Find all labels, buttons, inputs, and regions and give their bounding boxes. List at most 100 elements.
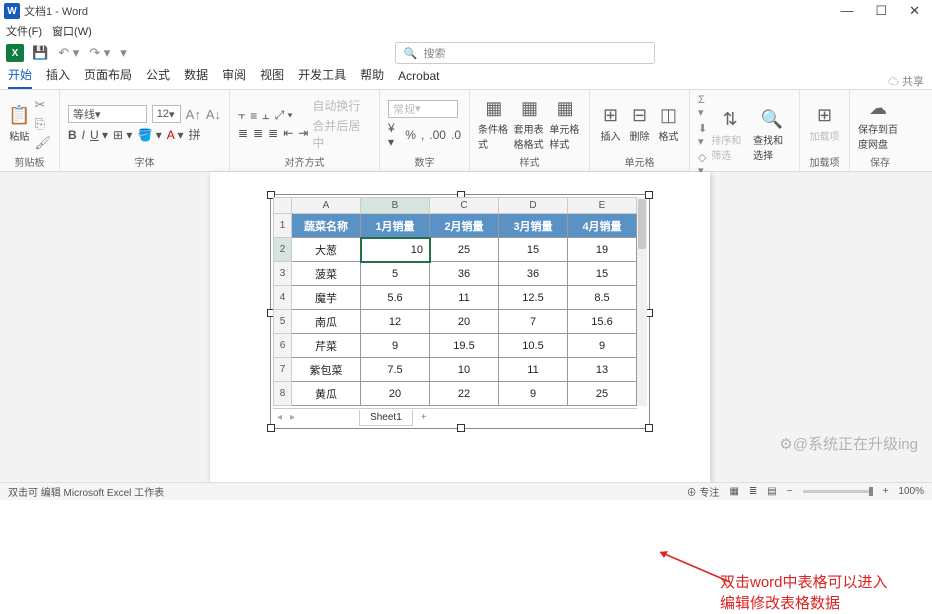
col-header[interactable]: B <box>361 198 430 214</box>
cell[interactable]: 大葱 <box>292 238 361 262</box>
cell[interactable]: 15.6 <box>568 310 637 334</box>
underline-button[interactable]: U ▾ <box>90 128 108 142</box>
cell[interactable]: 20 <box>361 382 430 406</box>
row-header[interactable]: 8 <box>274 382 292 406</box>
comma-icon[interactable]: , <box>421 128 424 142</box>
row-header[interactable]: 4 <box>274 286 292 310</box>
save-icon[interactable]: 💾 <box>30 45 50 61</box>
cell[interactable]: 19 <box>568 238 637 262</box>
view-normal-icon[interactable]: ≣ <box>749 486 757 497</box>
cell[interactable]: 2月销量 <box>430 214 499 238</box>
tab-help[interactable]: 帮助 <box>360 66 384 89</box>
zoom-in-icon[interactable]: + <box>883 486 889 497</box>
row-header[interactable]: 5 <box>274 310 292 334</box>
menu-window[interactable]: 窗口(W) <box>52 23 92 39</box>
share-button[interactable]: ☁ 共享 <box>888 73 924 89</box>
merge-center-button[interactable]: 合并后居中 <box>312 117 371 151</box>
align-center-icon[interactable]: ≣ <box>253 126 263 140</box>
tab-formulas[interactable]: 公式 <box>146 66 170 89</box>
col-header[interactable]: E <box>568 198 637 214</box>
row-header[interactable]: 1 <box>274 214 292 238</box>
cell[interactable]: 5.6 <box>361 286 430 310</box>
decrease-indent-icon[interactable]: ⇤ <box>283 126 293 140</box>
cell[interactable]: 11 <box>499 358 568 382</box>
align-middle-icon[interactable]: ≡ <box>250 109 257 123</box>
wrap-text-button[interactable]: 自动换行 <box>312 97 371 114</box>
tab-review[interactable]: 审阅 <box>222 66 246 89</box>
cell[interactable]: 10 <box>430 358 499 382</box>
cell[interactable]: 9 <box>361 334 430 358</box>
cell[interactable]: 7 <box>499 310 568 334</box>
cell[interactable]: 菠菜 <box>292 262 361 286</box>
view-web-icon[interactable]: ▤ <box>767 486 776 497</box>
row-header[interactable]: 2 <box>274 238 292 262</box>
minimize-button[interactable]: — <box>840 3 853 19</box>
cell[interactable]: 22 <box>430 382 499 406</box>
increase-font-icon[interactable]: A↑ <box>186 107 201 122</box>
border-button[interactable]: ⊞ ▾ <box>113 128 132 142</box>
tab-insert[interactable]: 插入 <box>46 66 70 89</box>
add-sheet-button[interactable]: + <box>413 410 435 425</box>
align-right-icon[interactable]: ≣ <box>268 126 278 140</box>
cell[interactable]: 12 <box>361 310 430 334</box>
close-button[interactable]: ✕ <box>909 3 920 19</box>
qat-more-icon[interactable]: ▾ <box>118 45 129 61</box>
delete-cells-button[interactable]: ⊟删除 <box>627 105 652 143</box>
align-top-icon[interactable]: ⫟ <box>238 108 245 123</box>
cell[interactable]: 5 <box>361 262 430 286</box>
format-painter-icon[interactable]: 🖌 <box>34 135 51 151</box>
sheet-tab[interactable]: Sheet1 <box>359 410 413 426</box>
redo-icon[interactable]: ↷ ▾ <box>87 45 112 61</box>
save-baidu-button[interactable]: ☁保存到百度网盘 <box>858 98 898 151</box>
cell[interactable]: 8.5 <box>568 286 637 310</box>
font-size-combo[interactable]: 12 ▾ <box>152 105 181 123</box>
tab-view[interactable]: 视图 <box>260 66 284 89</box>
cell[interactable]: 10.5 <box>499 334 568 358</box>
active-cell[interactable]: 10 <box>361 238 430 262</box>
inc-decimal-icon[interactable]: .00 <box>429 128 446 142</box>
col-header[interactable]: A <box>292 198 361 214</box>
scrollbar-thumb[interactable] <box>638 199 646 249</box>
focus-mode-button[interactable]: ⊕ 专注 <box>687 484 720 499</box>
menu-file[interactable]: 文件(F) <box>6 23 42 39</box>
cell[interactable]: 4月销量 <box>568 214 637 238</box>
cell[interactable]: 19.5 <box>430 334 499 358</box>
align-left-icon[interactable]: ≣ <box>238 126 248 140</box>
cell[interactable]: 12.5 <box>499 286 568 310</box>
cell[interactable]: 黄瓜 <box>292 382 361 406</box>
cell[interactable]: 9 <box>568 334 637 358</box>
fill-color-button[interactable]: 🪣 ▾ <box>137 128 161 142</box>
sheet-nav-prev-icon[interactable]: ◂ <box>273 412 286 423</box>
decrease-font-icon[interactable]: A↓ <box>206 107 221 122</box>
cell[interactable]: 魔芋 <box>292 286 361 310</box>
sort-filter-button[interactable]: ⇅排序和筛选 <box>711 109 749 162</box>
cell[interactable]: 南瓜 <box>292 310 361 334</box>
phonetic-button[interactable]: 拼 <box>188 126 200 143</box>
cell[interactable]: 11 <box>430 286 499 310</box>
vertical-scrollbar[interactable] <box>637 197 647 406</box>
cell[interactable]: 1月销量 <box>361 214 430 238</box>
number-format-combo[interactable]: 常规 ▾ <box>388 100 458 118</box>
cell[interactable]: 芹菜 <box>292 334 361 358</box>
fill-icon[interactable]: ⬇ ▾ <box>698 122 707 148</box>
currency-icon[interactable]: ¥ ▾ <box>388 121 400 149</box>
copy-icon[interactable]: ⎘ <box>34 116 51 132</box>
orientation-icon[interactable]: ⤢ ▾ <box>275 108 293 123</box>
cell[interactable]: 15 <box>499 238 568 262</box>
tab-layout[interactable]: 页面布局 <box>84 66 132 89</box>
cell[interactable]: 25 <box>568 382 637 406</box>
maximize-button[interactable]: ☐ <box>875 3 887 19</box>
autosum-icon[interactable]: Σ ▾ <box>698 94 707 119</box>
row-header[interactable]: 3 <box>274 262 292 286</box>
cell-styles-button[interactable]: ▦单元格样式 <box>549 98 581 151</box>
increase-indent-icon[interactable]: ⇥ <box>298 126 308 140</box>
tab-developer[interactable]: 开发工具 <box>298 66 346 89</box>
addins-button[interactable]: ⊞加载项 <box>808 105 841 143</box>
embedded-excel-object[interactable]: A B C D E 1 蔬菜名称 1月销量 2月销量 3月销量 4月销量 <box>270 194 650 429</box>
tab-acrobat[interactable]: Acrobat <box>398 69 439 89</box>
cut-icon[interactable]: ✂ <box>34 97 51 113</box>
search-box[interactable]: 🔍 搜索 <box>395 42 655 64</box>
font-name-combo[interactable]: 等线 ▾ <box>68 105 147 123</box>
undo-icon[interactable]: ↶ ▾ <box>56 45 81 61</box>
format-cells-button[interactable]: ◫格式 <box>656 105 681 143</box>
